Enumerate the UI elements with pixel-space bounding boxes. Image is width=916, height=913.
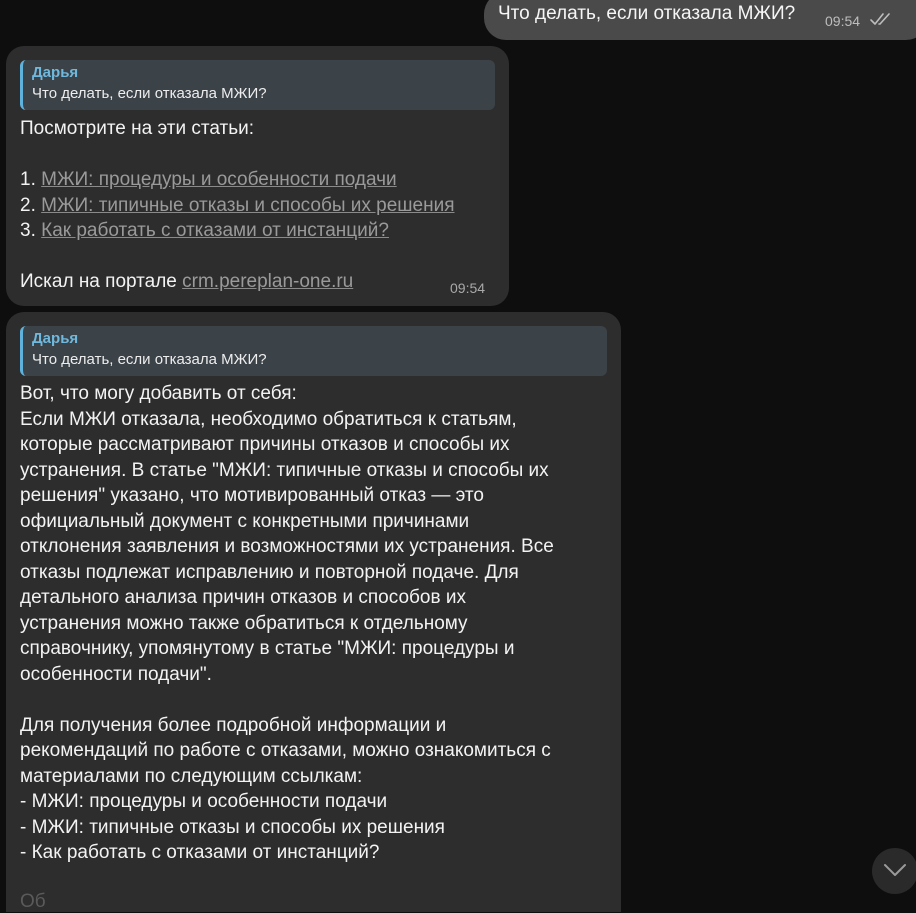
- message-line: материалами по следующим ссылкам:: [20, 765, 363, 787]
- quote-author: Дарья: [32, 330, 79, 347]
- message-line: которые рассматривают причины отказов и …: [20, 434, 510, 455]
- scroll-to-bottom-button[interactable]: [872, 848, 916, 894]
- double-check-icon: [870, 13, 890, 25]
- message-body: Посмотрите на эти статьи: 1. МЖИ: процед…: [20, 116, 490, 295]
- article-number: 3.: [20, 220, 36, 241]
- quote-text: Что делать, если отказала МЖИ?: [32, 351, 267, 368]
- message-list-item: - Как работать с отказами от инстанций?: [20, 842, 380, 863]
- article-number: 1.: [20, 169, 36, 190]
- quote-text: Что делать, если отказала МЖИ?: [32, 85, 267, 102]
- message-line: Для получения более подробной информации…: [20, 714, 447, 736]
- reply-quote[interactable]: Дарья Что делать, если отказала МЖИ?: [20, 60, 495, 110]
- incoming-message-articles[interactable]: Дарья Что делать, если отказала МЖИ? Пос…: [6, 46, 509, 306]
- chevron-down-icon: [884, 864, 906, 876]
- message-line: отказы подлежат исправлению и повторной …: [20, 561, 519, 583]
- message-line: Вот, что могу добавить от себя:: [20, 383, 297, 404]
- message-body: Вот, что могу добавить от себя: Если МЖИ…: [20, 381, 610, 866]
- article-link[interactable]: МЖИ: процедуры и особенности подачи: [41, 169, 397, 190]
- article-link[interactable]: Как работать с отказами от инстанций?: [41, 220, 389, 241]
- message-time: 09:54: [450, 280, 486, 296]
- article-number: 2.: [20, 194, 36, 216]
- message-line: устранения можно также обратиться к отде…: [20, 612, 468, 634]
- message-line: рекомендаций по работе с отказами, можно…: [20, 740, 551, 761]
- message-line: официальный документ с конкретными причи…: [20, 510, 470, 532]
- message-line: отклонения заявления и возможностями их …: [20, 536, 554, 557]
- message-list-item: - МЖИ: процедуры и особенности подачи: [20, 791, 388, 812]
- source-line: Искал на портале crm.pereplan-one.ru: [20, 269, 490, 295]
- outgoing-message[interactable]: Что делать, если отказала МЖИ? 09:54: [484, 0, 916, 40]
- source-prefix: Искал на портале: [20, 271, 177, 292]
- message-line: детального анализа причин отказов и спос…: [20, 587, 466, 608]
- article-item: 3. Как работать с отказами от инстанций?: [20, 218, 490, 244]
- quote-author: Дарья: [32, 64, 79, 81]
- article-link[interactable]: МЖИ: типичные отказы и способы их решени…: [41, 195, 454, 216]
- message-line: Если МЖИ отказала, необходимо обратиться…: [20, 408, 517, 430]
- article-item: 2. МЖИ: типичные отказы и способы их реш…: [20, 193, 490, 219]
- outgoing-message-time: 09:54: [825, 13, 861, 29]
- message-list-item: - МЖИ: типичные отказы и способы их реше…: [20, 816, 445, 838]
- message-intro: Посмотрите на эти статьи:: [20, 118, 254, 139]
- incoming-message-answer[interactable]: Дарья Что делать, если отказала МЖИ? Вот…: [6, 312, 621, 912]
- source-link[interactable]: crm.pereplan-one.ru: [182, 271, 353, 292]
- message-line: справочнику, упомянутому в статье "МЖИ: …: [20, 638, 515, 659]
- reply-quote[interactable]: Дарья Что делать, если отказала МЖИ?: [20, 326, 607, 376]
- article-item: 1. МЖИ: процедуры и особенности подачи: [20, 167, 490, 193]
- message-line: особенности подачи".: [20, 663, 212, 685]
- message-line: устранения. В статье "МЖИ: типичные отка…: [20, 459, 549, 481]
- message-line: решения" указано, что мотивированный отк…: [20, 485, 484, 506]
- outgoing-message-text: Что делать, если отказала МЖИ?: [498, 3, 796, 24]
- message-line-cut-off: Об: [20, 891, 46, 912]
